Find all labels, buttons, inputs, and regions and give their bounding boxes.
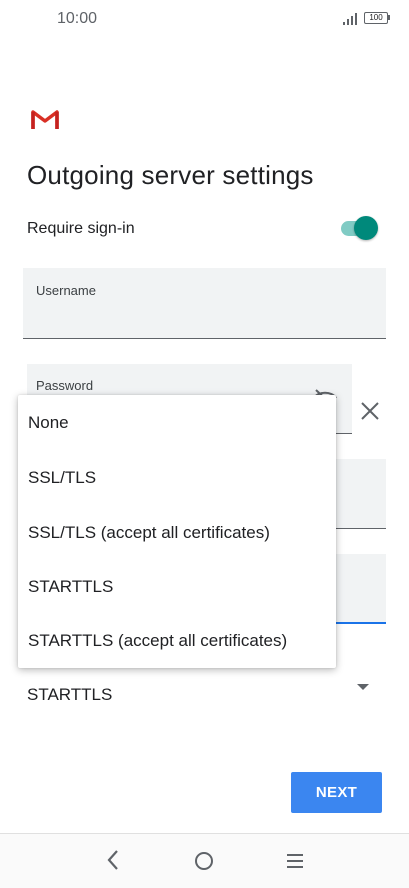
security-type-value[interactable]: STARTTLS <box>27 685 112 705</box>
battery-icon: 100 <box>364 12 388 24</box>
menu-item-none[interactable]: None <box>28 413 69 433</box>
menu-item-ssl-tls[interactable]: SSL/TLS <box>28 468 96 488</box>
gmail-logo <box>31 110 59 129</box>
toggle-thumb[interactable] <box>354 216 378 240</box>
status-time: 10:00 <box>57 10 98 27</box>
require-sign-in-label: Require sign-in <box>27 220 135 237</box>
close-icon[interactable] <box>358 399 382 423</box>
username-field[interactable] <box>23 268 386 339</box>
menu-item-ssl-tls-accept-all[interactable]: SSL/TLS (accept all certificates) <box>28 523 270 543</box>
password-label: Password <box>36 378 94 393</box>
nav-home-icon[interactable] <box>194 851 214 871</box>
username-label: Username <box>36 283 96 298</box>
dropdown-arrow-icon[interactable] <box>357 684 369 690</box>
menu-item-starttls[interactable]: STARTTLS <box>28 577 113 597</box>
next-button[interactable]: NEXT <box>291 772 382 813</box>
signal-icon <box>343 13 357 25</box>
security-type-menu: None SSL/TLS SSL/TLS (accept all certifi… <box>18 395 336 668</box>
battery-tip <box>388 15 390 20</box>
nav-menu-icon[interactable] <box>286 853 304 869</box>
page-title: Outgoing server settings <box>27 160 314 190</box>
menu-item-starttls-accept-all[interactable]: STARTTLS (accept all certificates) <box>28 631 287 651</box>
nav-back-icon[interactable] <box>104 848 122 872</box>
